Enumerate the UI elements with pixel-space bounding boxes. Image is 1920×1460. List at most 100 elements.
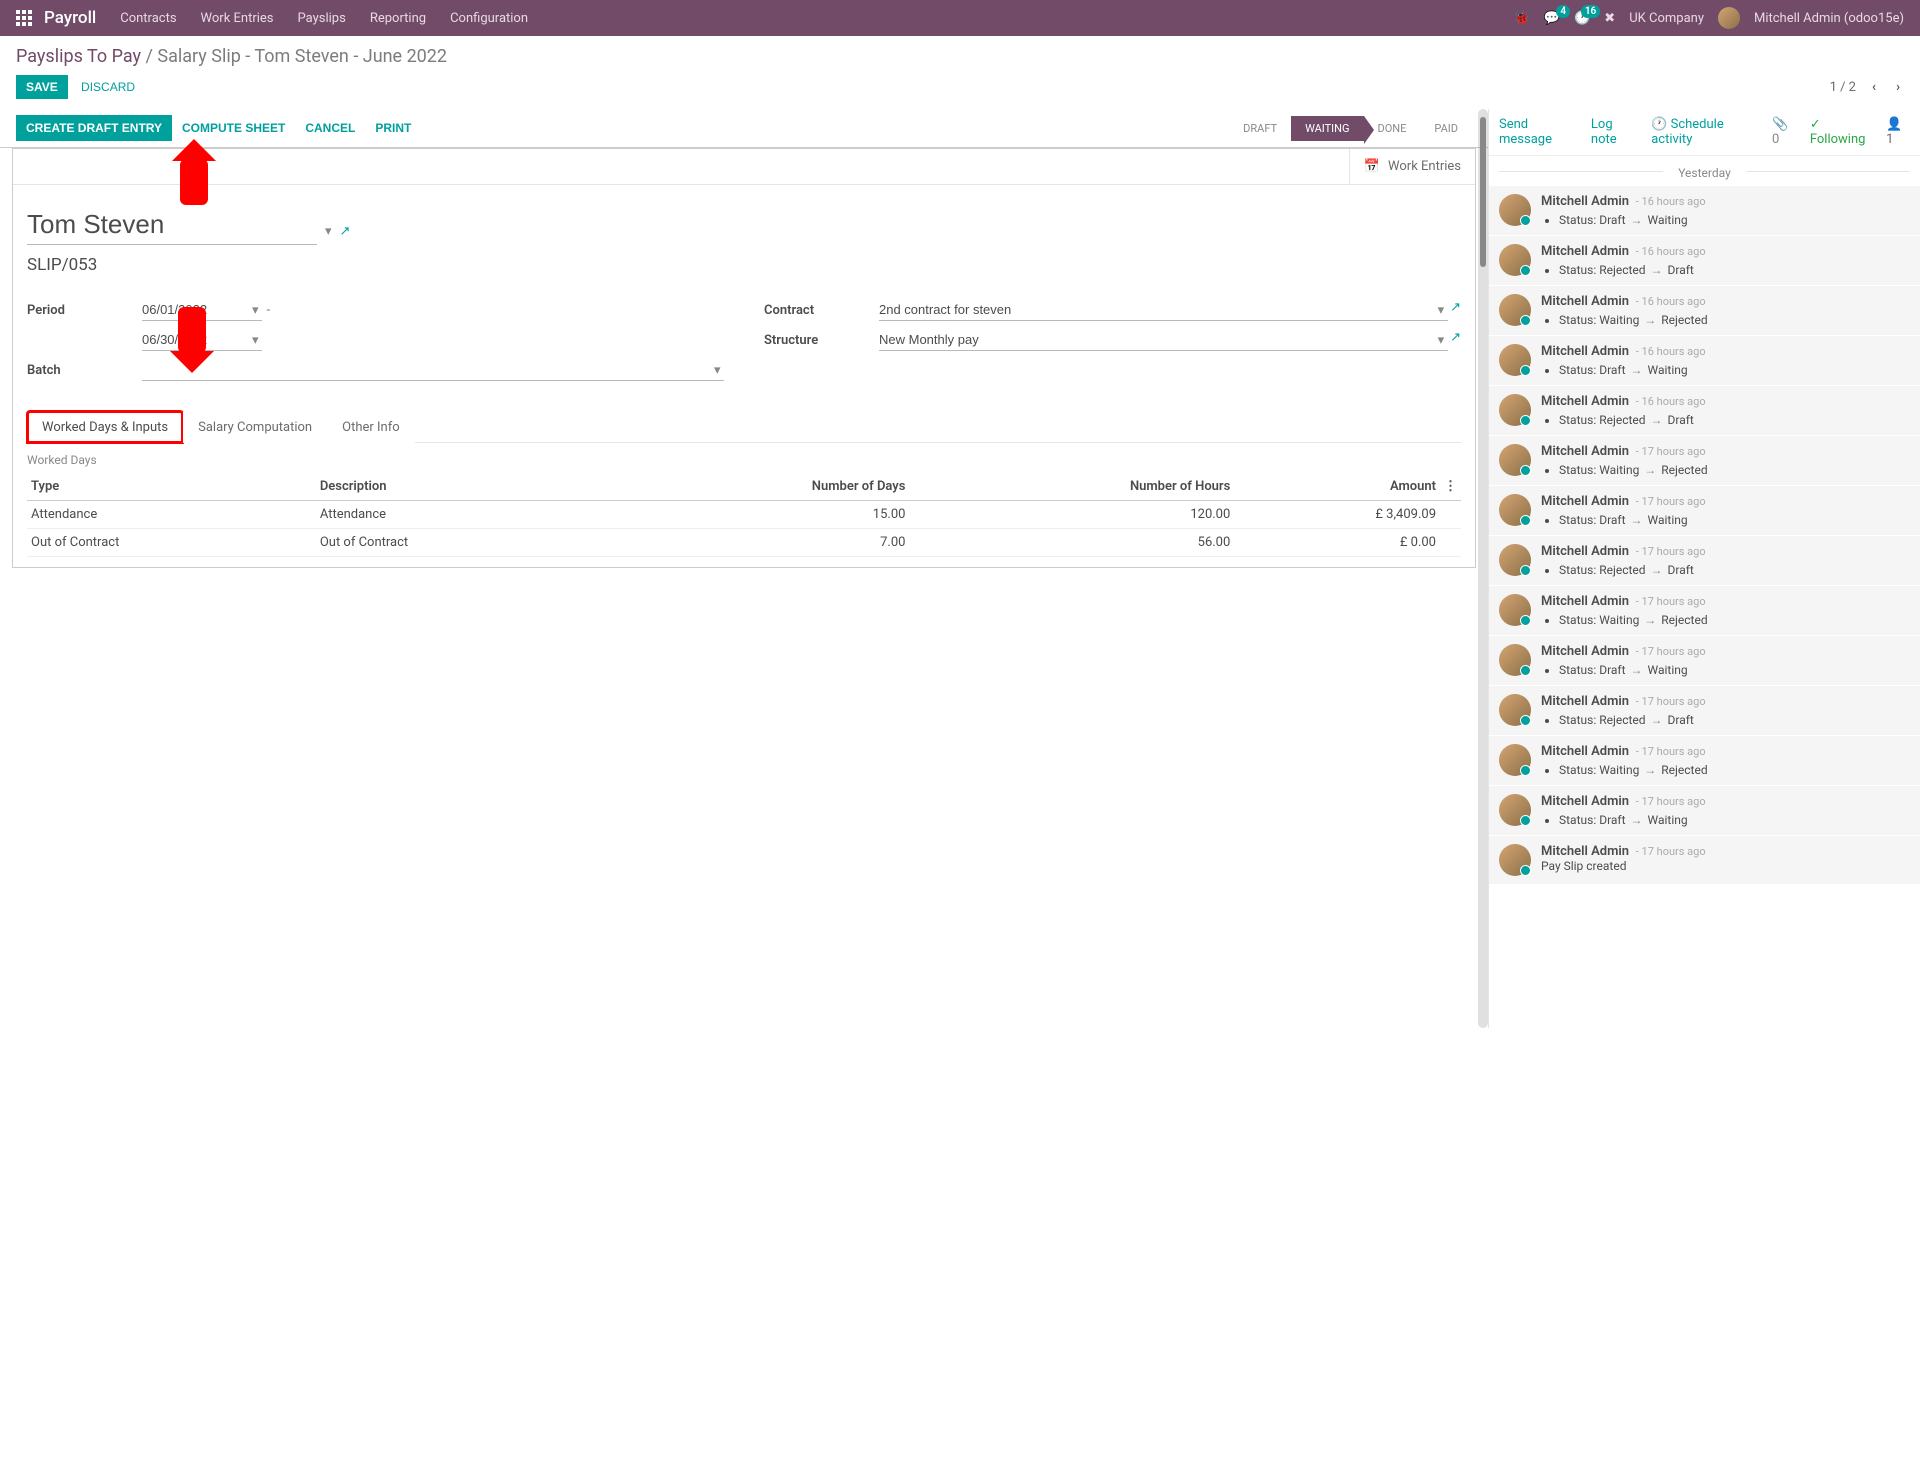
schedule-activity-button[interactable]: 🕐 Schedule activity bbox=[1651, 117, 1758, 147]
annotation-arrow-down bbox=[178, 307, 206, 353]
tab-worked-days[interactable]: Worked Days & Inputs bbox=[27, 411, 183, 443]
external-link-icon[interactable]: ↗ bbox=[340, 224, 351, 245]
contract-label: Contract bbox=[764, 303, 879, 318]
chevron-down-icon[interactable]: ▾ bbox=[325, 224, 332, 245]
table-row[interactable]: Out of ContractOut of Contract7.0056.00£… bbox=[27, 529, 1461, 557]
avatar bbox=[1499, 794, 1531, 826]
breadcrumb-parent[interactable]: Payslips To Pay bbox=[16, 46, 141, 67]
pager-count: 1 / 2 bbox=[1830, 80, 1856, 95]
period-label: Period bbox=[27, 303, 142, 318]
log-message: Mitchell Admin - 17 hours ago Status: Re… bbox=[1489, 686, 1920, 735]
avatar bbox=[1499, 644, 1531, 676]
avatar bbox=[1499, 494, 1531, 526]
chevron-down-icon[interactable]: ▾ bbox=[252, 333, 259, 348]
worked-days-table: Type Description Number of Days Number o… bbox=[27, 473, 1461, 557]
nav-work-entries[interactable]: Work Entries bbox=[201, 11, 274, 26]
tab-other-info[interactable]: Other Info bbox=[327, 411, 415, 443]
col-type: Type bbox=[27, 473, 316, 501]
avatar bbox=[1499, 694, 1531, 726]
company-selector[interactable]: UK Company bbox=[1629, 11, 1704, 26]
structure-field[interactable] bbox=[879, 329, 1448, 351]
worked-days-section-label: Worked Days bbox=[27, 453, 1461, 467]
batch-label: Batch bbox=[27, 363, 142, 378]
scrollbar[interactable] bbox=[1478, 109, 1488, 1028]
log-message: Mitchell Admin - 17 hours ago Status: Dr… bbox=[1489, 786, 1920, 835]
log-message: Mitchell Admin - 16 hours ago Status: Wa… bbox=[1489, 286, 1920, 335]
compute-sheet-button[interactable]: COMPUTE SHEET bbox=[172, 115, 295, 141]
messages-icon[interactable]: 💬4 bbox=[1544, 11, 1560, 26]
bug-icon[interactable]: 🐞 bbox=[1514, 11, 1530, 26]
create-draft-entry-button[interactable]: CREATE DRAFT ENTRY bbox=[16, 115, 172, 141]
col-hours: Number of Hours bbox=[909, 473, 1234, 501]
annotation-arrow-up bbox=[180, 159, 208, 205]
app-brand[interactable]: Payroll bbox=[44, 8, 96, 28]
user-menu[interactable]: Mitchell Admin (odoo15e) bbox=[1754, 11, 1904, 26]
log-message: Mitchell Admin - 16 hours ago Status: Dr… bbox=[1489, 186, 1920, 235]
avatar bbox=[1499, 294, 1531, 326]
follow-button[interactable]: ✓ Following bbox=[1810, 117, 1872, 147]
status-waiting[interactable]: WAITING bbox=[1291, 116, 1363, 141]
detail-tabs: Worked Days & Inputs Salary Computation … bbox=[27, 411, 1461, 443]
chevron-down-icon[interactable]: ▾ bbox=[714, 363, 721, 378]
avatar bbox=[1499, 744, 1531, 776]
cancel-button[interactable]: CANCEL bbox=[295, 115, 365, 141]
save-button[interactable]: SAVE bbox=[16, 75, 68, 99]
chevron-down-icon[interactable]: ▾ bbox=[1438, 303, 1445, 318]
nav-payslips[interactable]: Payslips bbox=[298, 11, 346, 26]
structure-label: Structure bbox=[764, 333, 879, 348]
col-amount: Amount bbox=[1234, 473, 1440, 501]
log-note-button[interactable]: Log note bbox=[1591, 117, 1637, 147]
avatar bbox=[1499, 244, 1531, 276]
external-link-icon[interactable]: ↗ bbox=[1450, 330, 1461, 351]
chatter: Send message Log note 🕐 Schedule activit… bbox=[1488, 109, 1920, 1028]
log-message: Mitchell Admin - 16 hours ago Status: Dr… bbox=[1489, 336, 1920, 385]
batch-field[interactable] bbox=[142, 359, 724, 381]
pager-prev-icon[interactable]: ‹ bbox=[1868, 80, 1880, 95]
log-message: Mitchell Admin - 17 hours ago Status: Wa… bbox=[1489, 736, 1920, 785]
log-message: Mitchell Admin - 16 hours ago Status: Re… bbox=[1489, 236, 1920, 285]
status-flow: DRAFT WAITING DONE PAID bbox=[1229, 116, 1472, 141]
log-message: Mitchell Admin - 16 hours ago Status: Re… bbox=[1489, 386, 1920, 435]
contract-field[interactable] bbox=[879, 299, 1448, 321]
breadcrumb: Payslips To Pay / Salary Slip - Tom Stev… bbox=[16, 46, 447, 67]
kebab-icon[interactable]: ⋮ bbox=[1440, 473, 1461, 501]
col-description: Description bbox=[316, 473, 605, 501]
external-link-icon[interactable]: ↗ bbox=[1450, 300, 1461, 321]
status-done[interactable]: DONE bbox=[1364, 116, 1421, 141]
form-toolbar: CREATE DRAFT ENTRY COMPUTE SHEET CANCEL … bbox=[0, 109, 1488, 148]
chevron-down-icon[interactable]: ▾ bbox=[252, 303, 259, 318]
table-row[interactable]: AttendanceAttendance15.00120.00£ 3,409.0… bbox=[27, 501, 1461, 529]
nav-contracts[interactable]: Contracts bbox=[120, 11, 176, 26]
apps-icon[interactable] bbox=[16, 10, 32, 26]
avatar bbox=[1499, 544, 1531, 576]
send-message-button[interactable]: Send message bbox=[1499, 117, 1577, 147]
log-message: Mitchell Admin - 17 hours ago Status: Wa… bbox=[1489, 586, 1920, 635]
tab-salary-computation[interactable]: Salary Computation bbox=[183, 411, 327, 443]
chevron-down-icon[interactable]: ▾ bbox=[1438, 333, 1445, 348]
avatar bbox=[1499, 444, 1531, 476]
calendar-icon: 📅 bbox=[1364, 159, 1380, 174]
status-paid[interactable]: PAID bbox=[1420, 116, 1472, 141]
col-days: Number of Days bbox=[605, 473, 910, 501]
avatar bbox=[1499, 394, 1531, 426]
avatar bbox=[1499, 594, 1531, 626]
user-avatar[interactable] bbox=[1718, 7, 1740, 29]
work-entries-button[interactable]: 📅 Work Entries bbox=[1349, 149, 1475, 184]
pager-next-icon[interactable]: › bbox=[1892, 80, 1904, 95]
print-button[interactable]: PRINT bbox=[365, 115, 421, 141]
nav-reporting[interactable]: Reporting bbox=[370, 11, 426, 26]
nav-configuration[interactable]: Configuration bbox=[450, 11, 528, 26]
nav-menu: Contracts Work Entries Payslips Reportin… bbox=[120, 11, 1513, 26]
log-message: Mitchell Admin - 17 hours ago Status: Re… bbox=[1489, 536, 1920, 585]
avatar bbox=[1499, 194, 1531, 226]
tools-icon[interactable]: ✖ bbox=[1604, 11, 1615, 26]
attachments-count[interactable]: 📎 0 bbox=[1772, 117, 1796, 147]
employee-field[interactable] bbox=[27, 205, 317, 245]
pager: 1 / 2 ‹ › bbox=[1830, 80, 1904, 95]
discard-button[interactable]: DISCARD bbox=[71, 75, 145, 99]
activity-icon[interactable]: 🕐16 bbox=[1574, 11, 1590, 26]
form-sheet: 📅 Work Entries ▾ ↗ SLIP/053 Period ▾ bbox=[12, 148, 1476, 568]
followers-count[interactable]: 👤 1 bbox=[1886, 117, 1910, 147]
breadcrumb-current: Salary Slip - Tom Steven - June 2022 bbox=[157, 46, 447, 67]
log-message: Mitchell Admin - 17 hours ago Pay Slip c… bbox=[1489, 836, 1920, 884]
